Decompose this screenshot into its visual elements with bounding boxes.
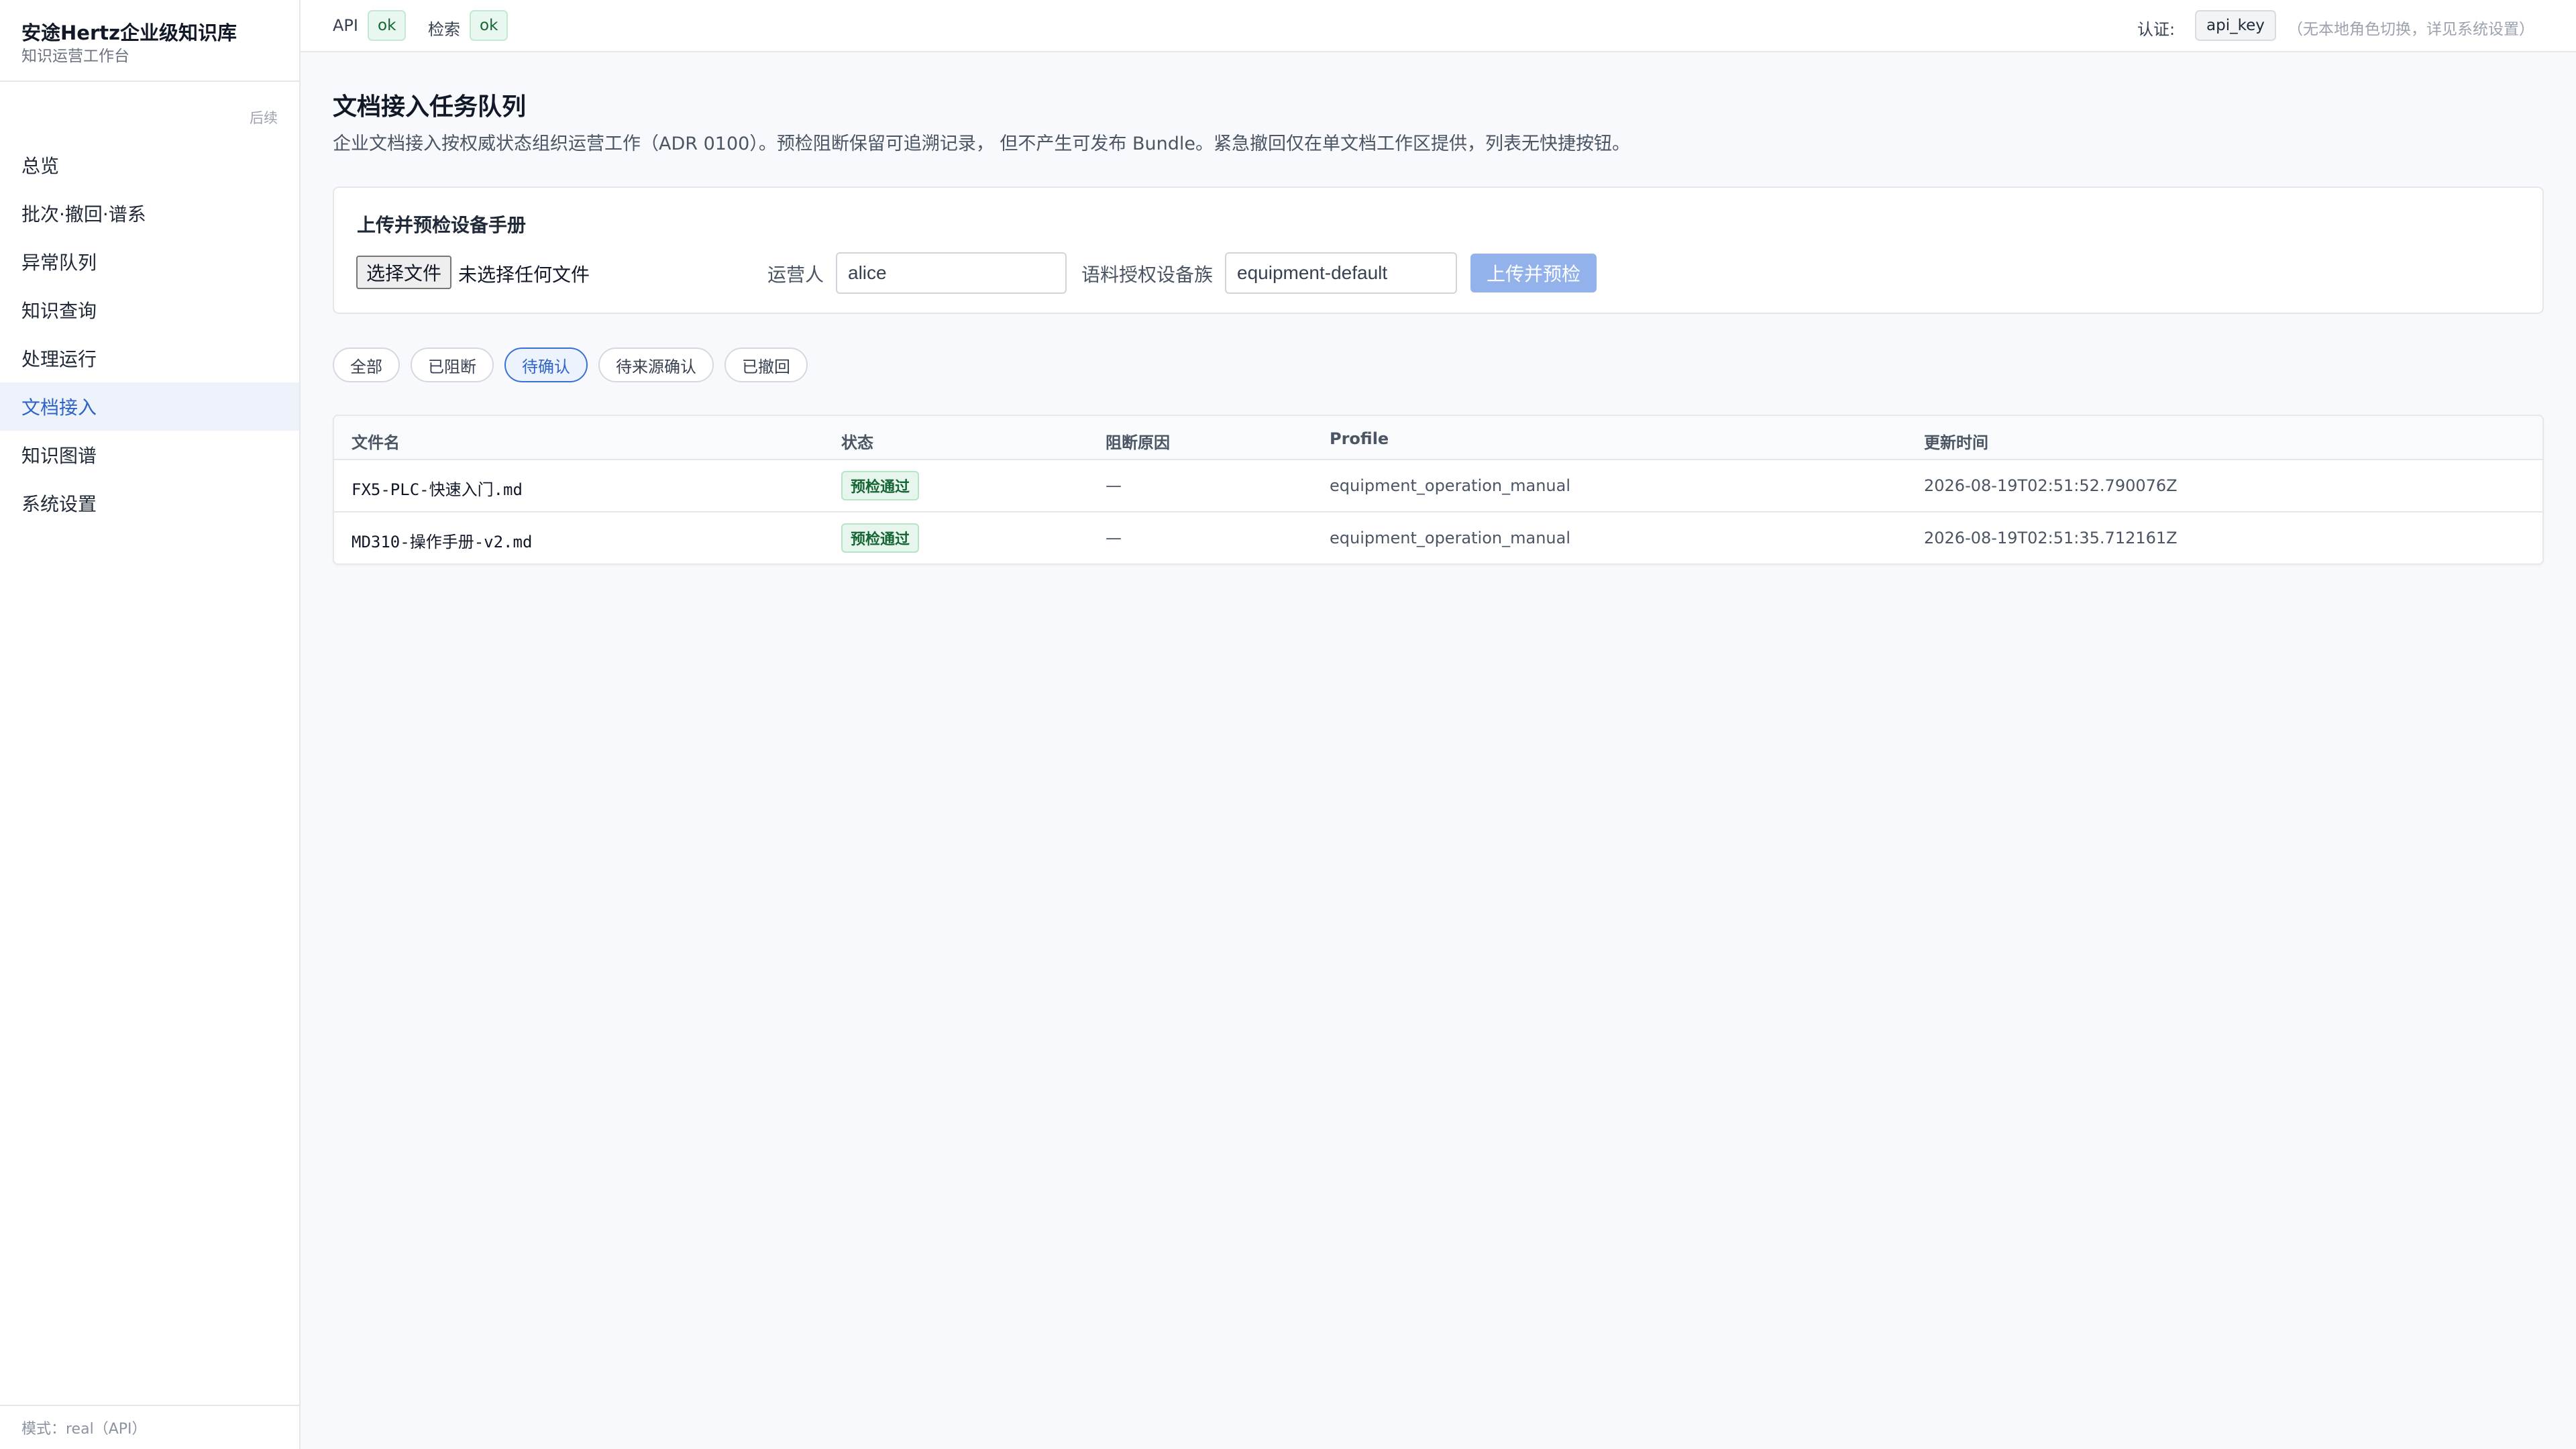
upload-panel: 上传并预检设备手册 选择文件 未选择任何文件 运营人 语料授权设备族 上传并预检 xyxy=(333,186,2544,314)
top-bar: API ok 检索 ok 认证: api_key （无本地角色切换，详见系统设置… xyxy=(301,0,2576,52)
app-root: 安途Hertz企业级知识库 知识运营工作台 后续 总览 批次·撤回·谱系 异常队… xyxy=(0,0,2576,1449)
filter-pending-confirm[interactable]: 待确认 xyxy=(504,347,588,382)
row-block-reason: — xyxy=(1106,476,1122,495)
filter-all[interactable]: 全部 xyxy=(333,347,400,382)
filter-pending-source-confirm[interactable]: 待来源确认 xyxy=(598,347,714,382)
column-header-filename[interactable]: 文件名 xyxy=(352,429,400,453)
table-row[interactable]: FX5-PLC-快速入门.md 预检通过 — equipment_operati… xyxy=(334,460,2542,513)
operator-input[interactable] xyxy=(836,252,1067,294)
collapse-toggle[interactable]: 后续 xyxy=(250,107,278,127)
auth-label: 认证: xyxy=(2137,20,2176,39)
row-profile: equipment_operation_manual xyxy=(1330,476,1570,495)
auth-note: （无本地角色切换，详见系统设置） xyxy=(2288,21,2534,38)
choose-file-button[interactable]: 选择文件 xyxy=(356,256,451,289)
sidebar-item-system-settings[interactable]: 系统设置 xyxy=(0,479,299,527)
no-file-label: 未选择任何文件 xyxy=(458,264,590,286)
row-updated-time: 2026-08-19T02:51:35.712161Z xyxy=(1924,529,2178,547)
search-status-badge: ok xyxy=(470,10,508,41)
page-description: 企业文档接入按权威状态组织运营工作（ADR 0100）。预检阻断保留可追溯记录，… xyxy=(333,133,1630,154)
status-badge: 预检通过 xyxy=(841,523,920,553)
sidebar-item-exception-queue[interactable]: 异常队列 xyxy=(0,237,299,286)
sidebar-item-knowledge-graph[interactable]: 知识图谱 xyxy=(0,431,299,479)
column-header-status[interactable]: 状态 xyxy=(841,429,873,453)
row-filename[interactable]: FX5-PLC-快速入门.md xyxy=(352,476,523,500)
row-updated-time: 2026-08-19T02:51:52.790076Z xyxy=(1924,476,2178,495)
status-filter-chips: 全部 已阻断 待确认 待来源确认 已撤回 xyxy=(333,347,818,382)
page-title: 文档接入任务队列 xyxy=(333,93,527,121)
filter-revoked[interactable]: 已撤回 xyxy=(724,347,808,382)
column-header-profile[interactable]: Profile xyxy=(1330,429,1389,448)
brand-title: 安途Hertz企业级知识库 xyxy=(21,21,237,44)
mode-indicator: 模式：real（API） xyxy=(0,1405,299,1449)
equipment-family-label: 语料授权设备族 xyxy=(1081,264,1214,286)
api-label: API xyxy=(333,16,358,35)
intake-table: 文件名 状态 阻断原因 Profile 更新时间 FX5-PLC-快速入门.md… xyxy=(333,415,2544,565)
column-header-updated[interactable]: 更新时间 xyxy=(1924,429,1988,453)
filter-blocked[interactable]: 已阻断 xyxy=(411,347,494,382)
operator-label: 运营人 xyxy=(767,264,824,286)
sidebar-item-batch-revoke-lineage[interactable]: 批次·撤回·谱系 xyxy=(0,189,299,237)
brand-subtitle: 知识运营工作台 xyxy=(21,48,129,65)
brand: 安途Hertz企业级知识库 知识运营工作台 xyxy=(0,0,299,82)
api-status-badge: ok xyxy=(368,10,407,41)
search-label: 检索 xyxy=(428,20,460,39)
sidebar-item-processing-runs[interactable]: 处理运行 xyxy=(0,334,299,382)
sidebar-item-knowledge-query[interactable]: 知识查询 xyxy=(0,286,299,334)
column-header-block-reason[interactable]: 阻断原因 xyxy=(1106,429,1170,453)
sidebar-item-overview[interactable]: 总览 xyxy=(0,141,299,189)
sidebar: 安途Hertz企业级知识库 知识运营工作台 后续 总览 批次·撤回·谱系 异常队… xyxy=(0,0,301,1449)
row-filename[interactable]: MD310-操作手册-v2.md xyxy=(352,529,532,552)
status-badge: 预检通过 xyxy=(841,471,920,500)
equipment-family-input[interactable] xyxy=(1225,252,1457,294)
auth-mode-badge: api_key xyxy=(2195,10,2276,41)
sidebar-nav: 总览 批次·撤回·谱系 异常队列 知识查询 处理运行 文档接入 知识图谱 系统设… xyxy=(0,141,299,527)
upload-precheck-button[interactable]: 上传并预检 xyxy=(1470,254,1597,292)
table-header: 文件名 状态 阻断原因 Profile 更新时间 xyxy=(334,416,2542,460)
table-row[interactable]: MD310-操作手册-v2.md 预检通过 — equipment_operat… xyxy=(334,513,2542,564)
sidebar-item-document-intake[interactable]: 文档接入 xyxy=(0,382,299,431)
row-profile: equipment_operation_manual xyxy=(1330,529,1570,547)
upload-title: 上传并预检设备手册 xyxy=(357,214,527,236)
row-block-reason: — xyxy=(1106,529,1122,547)
